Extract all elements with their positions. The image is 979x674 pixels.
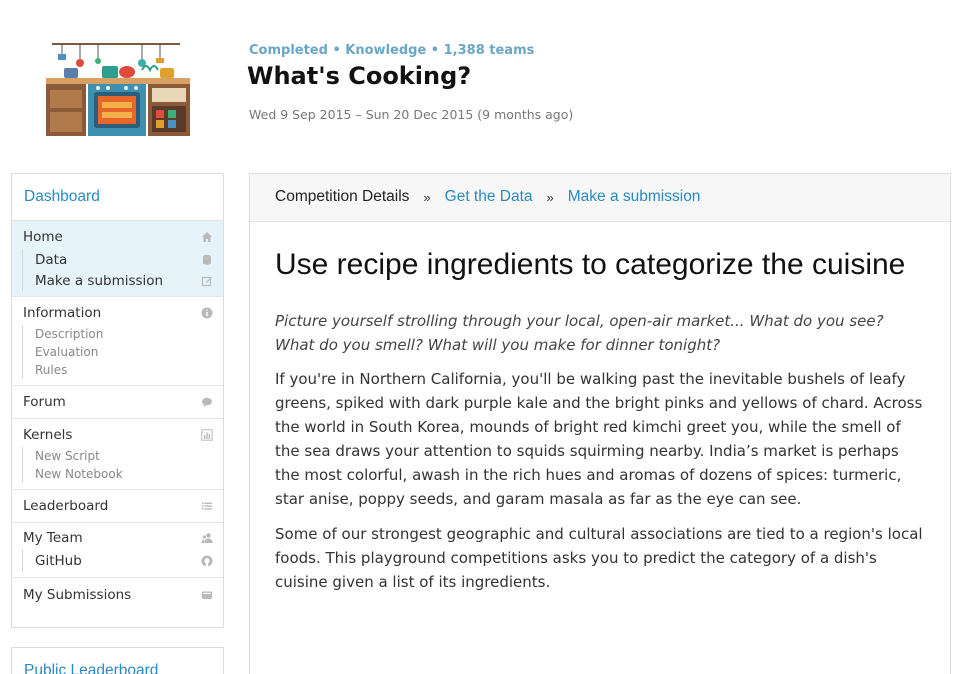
sidebar-item-label: Leaderboard xyxy=(23,498,109,514)
sidebar-item-label: Evaluation xyxy=(35,345,99,359)
sidebar-item-make-submission[interactable]: Make a submission xyxy=(35,270,223,291)
sidebar-item-label: New Notebook xyxy=(35,467,123,481)
sidebar-group-forum: Forum xyxy=(12,386,223,419)
edit-icon xyxy=(201,275,213,287)
sidebar-item-label: Home xyxy=(23,229,63,245)
sidebar-item-evaluation[interactable]: Evaluation xyxy=(35,343,223,361)
sidebar-item-label: GitHub xyxy=(35,553,82,569)
sidebar-header-dashboard[interactable]: Dashboard xyxy=(12,174,223,221)
sidebar-group-leaderboard: Leaderboard xyxy=(12,490,223,523)
sidebar-subgroup-my-team: GitHub xyxy=(22,549,223,573)
page-headline: Use recipe ingredients to categorize the… xyxy=(275,248,906,281)
info-icon xyxy=(201,307,213,319)
sidebar-item-description[interactable]: Description xyxy=(35,325,223,343)
sidebar-item-label: Kernels xyxy=(23,427,73,443)
team-icon xyxy=(201,532,213,544)
sidebar-item-label: Information xyxy=(23,305,102,321)
breadcrumb-competition-details: Competition Details xyxy=(275,188,410,205)
sidebar-item-kernels[interactable]: Kernels xyxy=(12,423,223,447)
sidebar-item-label: Make a submission xyxy=(35,272,164,289)
sidebar-item-my-submissions[interactable]: My Submissions xyxy=(12,584,223,606)
chat-icon xyxy=(201,396,213,408)
competition-title[interactable]: What's Cooking? xyxy=(247,62,471,90)
competition-meta: Completed • Knowledge • 1,388 teams xyxy=(249,43,535,58)
sidebar-item-data[interactable]: Data xyxy=(35,249,223,270)
sidebar-item-information[interactable]: Information xyxy=(12,301,223,325)
breadcrumb-get-the-data[interactable]: Get the Data xyxy=(445,188,533,221)
database-icon xyxy=(201,254,213,266)
competition-description: Use recipe ingredients to categorize the… xyxy=(250,222,950,594)
sidebar-subgroup-kernels: New Script New Notebook xyxy=(22,447,223,483)
sidebar-item-label: Rules xyxy=(35,363,68,377)
public-leaderboard-box: Public Leaderboard xyxy=(11,647,224,674)
sidebar-item-label: Forum xyxy=(23,394,66,410)
sidebar-item-label: My Submissions xyxy=(23,587,132,603)
lead-paragraph: Picture yourself strolling through your … xyxy=(275,312,884,354)
public-leaderboard-header[interactable]: Public Leaderboard xyxy=(12,648,223,674)
sidebar-group-kernels: Kernels New Script New Notebook xyxy=(12,419,223,490)
sidebar-subgroup-home: Data Make a submission xyxy=(22,249,223,291)
sidebar-item-label: Data xyxy=(35,251,68,268)
breadcrumb-separator: » xyxy=(423,190,431,205)
breadcrumb-make-submission[interactable]: Make a submission xyxy=(568,188,701,221)
sidebar-group-my-submissions: My Submissions xyxy=(12,578,223,612)
sidebar-nav: Dashboard Home Data Make a submission In… xyxy=(11,173,224,628)
sidebar-item-label: Description xyxy=(35,327,104,341)
sidebar-group-home: Home Data Make a submission xyxy=(12,221,223,297)
breadcrumb: Competition Details » Get the Data » Mak… xyxy=(250,174,950,222)
list-icon xyxy=(201,500,213,512)
sidebar-item-label: My Team xyxy=(23,530,83,546)
body-paragraph: If you're in Northern California, you'll… xyxy=(275,370,923,508)
competition-details-panel: Competition Details » Get the Data » Mak… xyxy=(249,173,951,674)
body-paragraph: Some of our strongest geographic and cul… xyxy=(275,525,923,591)
breadcrumb-separator: » xyxy=(546,190,554,205)
sidebar-item-rules[interactable]: Rules xyxy=(35,361,223,379)
sidebar-item-new-script[interactable]: New Script xyxy=(35,447,223,465)
sidebar-subgroup-information: Description Evaluation Rules xyxy=(22,325,223,379)
github-icon xyxy=(201,555,213,567)
sidebar-item-label: New Script xyxy=(35,449,100,463)
sidebar-group-information: Information Description Evaluation Rules xyxy=(12,297,223,386)
sidebar-item-my-team[interactable]: My Team xyxy=(12,527,223,549)
sidebar-item-new-notebook[interactable]: New Notebook xyxy=(35,465,223,483)
sidebar-item-forum[interactable]: Forum xyxy=(12,391,223,413)
sidebar-item-home[interactable]: Home xyxy=(12,225,223,249)
bar-chart-icon xyxy=(201,429,213,441)
competition-dates: Wed 9 Sep 2015 – Sun 20 Dec 2015 (9 mont… xyxy=(249,107,574,122)
inbox-icon xyxy=(201,589,213,601)
sidebar-group-my-team: My Team GitHub xyxy=(12,523,223,578)
sidebar-item-leaderboard[interactable]: Leaderboard xyxy=(12,495,223,517)
home-icon xyxy=(201,231,213,243)
competition-banner-image xyxy=(42,40,192,140)
sidebar-item-github[interactable]: GitHub xyxy=(35,549,223,573)
